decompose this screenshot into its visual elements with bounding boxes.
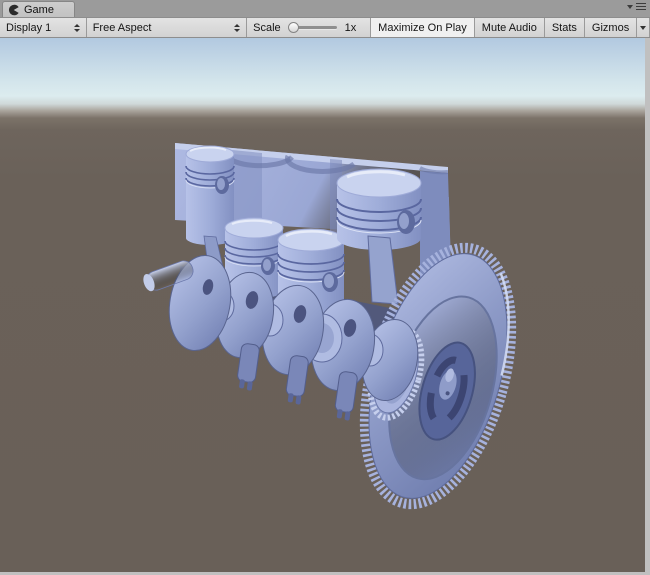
gizmos-button[interactable]: Gizmos <box>585 18 637 37</box>
panel-menu-icon[interactable] <box>627 3 646 10</box>
gizmos-label: Gizmos <box>592 22 629 34</box>
scale-label: Scale <box>253 22 281 34</box>
gizmos-dropdown-arrow[interactable] <box>637 18 650 37</box>
display-dropdown[interactable]: Display 1 <box>0 18 87 37</box>
display-dropdown-label: Display 1 <box>6 22 69 34</box>
aspect-dropdown[interactable]: Free Aspect <box>87 18 247 37</box>
viewport-frame <box>0 38 650 575</box>
slider-knob[interactable] <box>288 22 299 33</box>
game-view-toolbar: Display 1 Free Aspect Scale 1x Maximize … <box>0 17 650 38</box>
tab-game[interactable]: Game <box>2 1 75 17</box>
maximize-on-play-label: Maximize On Play <box>378 22 467 34</box>
mute-audio-label: Mute Audio <box>482 22 537 34</box>
unity-game-view-icon <box>8 4 20 16</box>
stats-label: Stats <box>552 22 577 34</box>
aspect-dropdown-label: Free Aspect <box>93 22 229 34</box>
tab-strip: Game <box>0 0 650 17</box>
caret-down-icon <box>627 5 633 9</box>
engine-model-scene <box>0 38 645 572</box>
scale-value: 1x <box>345 22 357 34</box>
mute-audio-button[interactable]: Mute Audio <box>475 18 545 37</box>
maximize-on-play-button[interactable]: Maximize On Play <box>371 18 475 37</box>
hamburger-icon <box>636 3 646 10</box>
slider-track[interactable] <box>296 26 337 29</box>
game-viewport[interactable] <box>0 38 645 572</box>
scale-group: Scale 1x <box>247 18 371 37</box>
scale-slider[interactable] <box>287 22 339 33</box>
caret-down-icon <box>640 26 646 30</box>
stats-button[interactable]: Stats <box>545 18 585 37</box>
unity-game-window: Game Display 1 Free Aspect Scale 1x Maxi… <box>0 0 650 575</box>
dropdown-updown-icon <box>74 24 80 32</box>
tab-label: Game <box>24 4 54 16</box>
dropdown-updown-icon <box>234 24 240 32</box>
